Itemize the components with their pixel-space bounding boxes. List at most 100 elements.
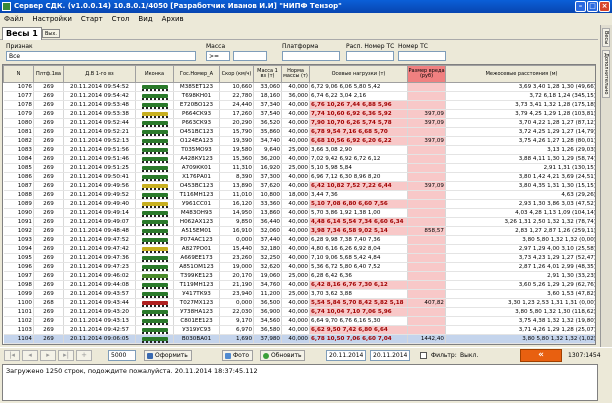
table-row[interactable]: 1096 269 20.11.2014 09:47:23 А851ОМ123 19,00…: [3, 262, 595, 272]
column-header[interactable]: Осевые нагрузки (т): [309, 65, 408, 83]
photo-button[interactable]: Фото: [222, 350, 254, 361]
format-button[interactable]: Оформить: [144, 350, 192, 361]
table-row[interactable]: 1083 269 20.11.2014 09:51:56 Т035МО93 19,580…: [3, 145, 595, 155]
table-cell: 1088: [3, 190, 34, 200]
prev-page-button[interactable]: ◂: [22, 350, 38, 361]
weighings-table[interactable]: N Плтф.1ва Д.В 1-го вз Иконка Гос.Номер_…: [2, 64, 596, 345]
date-to-picker[interactable]: 20.11.2014: [370, 350, 410, 361]
next-page-button[interactable]: ▸|: [58, 350, 74, 361]
menu-file[interactable]: Файл: [4, 15, 23, 23]
table-row[interactable]: 1102 269 20.11.2014 09:43:13 С801ЕЕ123 9,170…: [3, 316, 595, 326]
vehicle-icon: [135, 289, 174, 299]
filter-label: Фильтр:: [431, 352, 457, 359]
table-row[interactable]: 1082 269 20.11.2014 09:52:13 О124ЕА123 19,39…: [3, 136, 595, 146]
table-cell: 34,560: [253, 316, 282, 326]
table-row[interactable]: 1086 269 20.11.2014 09:50:41 Х176РА01 8,390 3…: [3, 172, 595, 182]
table-cell: 7,02 9,42 6,92 6,72 6,12: [309, 154, 408, 164]
tc-calc-input[interactable]: [346, 51, 394, 61]
table-row[interactable]: 1103 269 20.11.2014 09:42:57 У319УС93 6,970 3…: [3, 325, 595, 335]
maximize-button[interactable]: □: [587, 1, 598, 12]
column-header[interactable]: Д.В 1-го вз: [63, 65, 136, 83]
menu-settings[interactable]: Настройки: [32, 15, 72, 23]
play-button[interactable]: ▸: [40, 350, 56, 361]
mass-input[interactable]: [233, 51, 267, 61]
filter-state: Выкл.: [460, 352, 479, 359]
refresh-button[interactable]: Обновить: [260, 350, 306, 361]
table-row[interactable]: 1076 269 20.11.2014 09:54:52 М385ЕТ123 10,66…: [3, 82, 595, 92]
table-cell: 3,80 1,42 4,21 3,69 (24,51): [445, 172, 595, 182]
table-row[interactable]: 1084 269 20.11.2014 09:51:46 А428КУ123 15,36…: [3, 154, 595, 164]
table-cell: 0,000: [219, 235, 254, 245]
table-cell: 25,000: [281, 145, 310, 155]
filter-checkbox[interactable]: [420, 352, 427, 359]
table-cell: 5,70 3,86 1,92 1,38 1,00: [309, 208, 408, 218]
column-header[interactable]: Скор (км/ч): [219, 65, 254, 83]
table-row[interactable]: 1094 269 20.11.2014 09:47:42 А827РО01 15,440…: [3, 244, 595, 254]
collapse-button[interactable]: «: [520, 349, 562, 362]
table-cell: 269: [33, 271, 64, 281]
minimize-button[interactable]: –: [575, 1, 586, 12]
mass-operator-select[interactable]: >=: [206, 51, 230, 61]
table-row[interactable]: 1098 269 20.11.2014 09:44:08 Т119МН123 21,19…: [3, 280, 595, 290]
close-button[interactable]: ×: [599, 1, 610, 12]
vehicle-icon: [135, 136, 174, 146]
side-tab-scales[interactable]: Весы: [602, 28, 610, 48]
table-row[interactable]: 1077 269 20.11.2014 09:54:42 Т698КН01 22,780…: [3, 91, 595, 101]
first-page-button[interactable]: |◂: [4, 350, 20, 361]
column-header[interactable]: Иконка: [135, 65, 174, 83]
table-row[interactable]: 1095 269 20.11.2014 09:47:36 А669ЕЕ173 23,26…: [3, 253, 595, 263]
table-cell: 15,440: [219, 244, 254, 254]
table-row[interactable]: 1088 269 20.11.2014 09:49:52 Т116МН123 11,01…: [3, 190, 595, 200]
table-row[interactable]: 1097 269 20.11.2014 09:46:02 Т399КЕ123 20,17…: [3, 271, 595, 281]
tab-scales-1[interactable]: Весы 1: [2, 27, 42, 40]
column-header[interactable]: N: [3, 65, 34, 83]
table-cell: 3,44 7,36: [309, 190, 408, 200]
table-row[interactable]: 1093 269 20.11.2014 09:47:52 Р074АС123 0,000…: [3, 235, 595, 245]
vehicle-silhouette-icon: [141, 201, 168, 208]
table-row[interactable]: 1085 269 20.11.2014 09:51:25 А709КК01 11,310…: [3, 163, 595, 173]
table-row[interactable]: 1100 268 20.11.2014 09:43:44 Т027МХ123 0,000…: [3, 298, 595, 308]
column-header[interactable]: Масса 1 вз (т): [253, 65, 282, 83]
table-cell: 20.11.2014 09:49:52: [63, 190, 136, 200]
table-row[interactable]: 1091 269 20.11.2014 09:49:07 Н062АХ123 9,850…: [3, 217, 595, 227]
date-from-picker[interactable]: 20.11.2014: [326, 350, 366, 361]
table-cell: 6,64 9,70 6,76 6,16 5,30: [309, 316, 408, 326]
status-log: Загружено 1250 строк, подождите пожалуйс…: [2, 364, 598, 401]
table-row[interactable]: 1080 269 20.11.2014 09:52:44 Р663СК93 20,290…: [3, 118, 595, 128]
table-row[interactable]: 1087 269 20.11.2014 09:49:56 О453ВС123 13,89…: [3, 181, 595, 191]
tc-input[interactable]: [398, 51, 446, 61]
table-cell: 2,83 1,27 2,87 1,26 (259,11): [445, 226, 595, 236]
menu-start[interactable]: Старт: [81, 15, 103, 23]
table-row[interactable]: 1104 269 20.11.2014 09:06:05 В030ВА01 1,690 3…: [3, 334, 595, 344]
table-cell: 5,10 7,08 6,80 6,60 7,56: [309, 199, 408, 209]
table-cell: Т027МХ123: [173, 298, 220, 308]
table-row[interactable]: 1078 269 20.11.2014 09:53:48 Е720ВО123 24,44…: [3, 100, 595, 110]
table-row[interactable]: 1099 269 20.11.2014 09:43:57 У417ТК93 23,940…: [3, 289, 595, 299]
column-header[interactable]: Межосевые расстояния (м): [445, 65, 595, 83]
column-header[interactable]: Гос.Номер_А: [173, 65, 220, 83]
page-size-select[interactable]: 5000: [108, 350, 136, 361]
table-cell: Е720ВО123: [173, 100, 220, 110]
table-row[interactable]: 1090 269 20.11.2014 09:49:14 М483ОН93 14,950…: [3, 208, 595, 218]
menu-view[interactable]: Вид: [138, 15, 152, 23]
column-header[interactable]: Размер вреда (руб): [407, 65, 446, 83]
table-cell: 13,890: [219, 181, 254, 191]
table-row[interactable]: 1079 269 20.11.2014 09:53:38 Р664СК93 17,260…: [3, 109, 595, 119]
sign-select[interactable]: Все: [6, 51, 196, 61]
table-cell: 1092: [3, 226, 34, 236]
table-cell: 14,950: [219, 208, 254, 218]
table-row[interactable]: 1092 269 20.11.2014 09:48:48 А515ЕМ01 16,910…: [3, 226, 595, 236]
table-row[interactable]: 1101 269 20.11.2014 09:43:20 У738НА123 22,03…: [3, 307, 595, 317]
menu-stop[interactable]: Стол: [112, 15, 130, 23]
side-tab-extra[interactable]: Дополнительно: [602, 50, 610, 98]
table-cell: 1094: [3, 244, 34, 254]
column-header[interactable]: Плтф.1ва: [33, 65, 64, 83]
table-cell: [407, 307, 446, 317]
tab-exit[interactable]: Вых.: [42, 29, 60, 38]
menu-archive[interactable]: Архив: [162, 15, 184, 23]
add-button[interactable]: +: [76, 350, 92, 361]
table-row[interactable]: 1089 269 20.11.2014 09:49:40 У961СС01 16,120…: [3, 199, 595, 209]
table-row[interactable]: 1081 269 20.11.2014 09:52:21 О451ВС123 15,79…: [3, 127, 595, 137]
column-header[interactable]: Норма массы (т): [281, 65, 310, 83]
platform-input[interactable]: [282, 51, 340, 61]
